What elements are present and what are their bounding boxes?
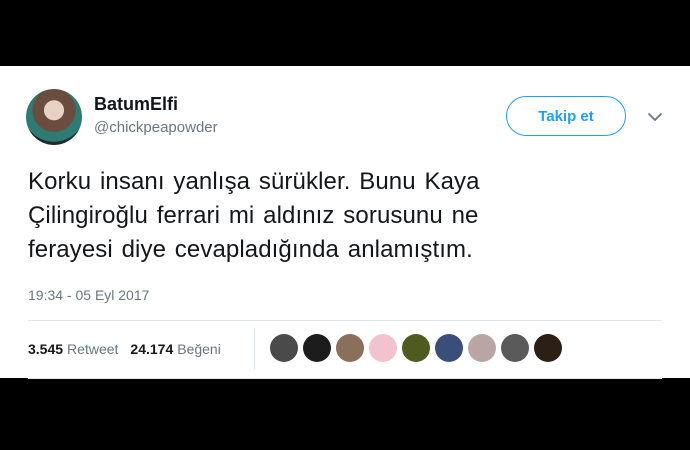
liker-avatar-9[interactable] [534,334,562,362]
liker-avatar-1[interactable] [270,334,298,362]
tweet-stats: 3.545 Retweet 24.174 Beğeni [28,339,221,359]
tweet-card: BatumElfi @chickpeapowder Takip et Korku… [0,66,690,379]
divider-bottom [28,378,662,379]
follow-button[interactable]: Takip et [506,96,626,136]
liker-avatar-8[interactable] [501,334,529,362]
chevron-down-icon[interactable] [646,108,664,126]
liker-avatars [270,334,562,362]
liker-avatar-2[interactable] [303,334,331,362]
divider-top [28,320,662,321]
tweet-text: Korku insanı yanlışa sürükler. Bunu Kaya… [28,168,480,263]
liker-avatar-5[interactable] [402,334,430,362]
like-label[interactable]: Beğeni [177,341,221,357]
author-avatar[interactable] [26,89,82,145]
author-name[interactable]: BatumElfi [94,94,178,115]
liker-avatar-6[interactable] [435,334,463,362]
stats-separator [254,328,255,370]
liker-avatar-3[interactable] [336,334,364,362]
retweet-label[interactable]: Retweet [67,341,118,357]
liker-avatar-4[interactable] [369,334,397,362]
author-handle[interactable]: @chickpeapowder [94,119,218,136]
liker-avatar-7[interactable] [468,334,496,362]
tweet-timestamp[interactable]: 19:34 - 05 Eyl 2017 [28,287,149,303]
retweet-count[interactable]: 3.545 [28,341,63,357]
like-count[interactable]: 24.174 [130,341,173,357]
